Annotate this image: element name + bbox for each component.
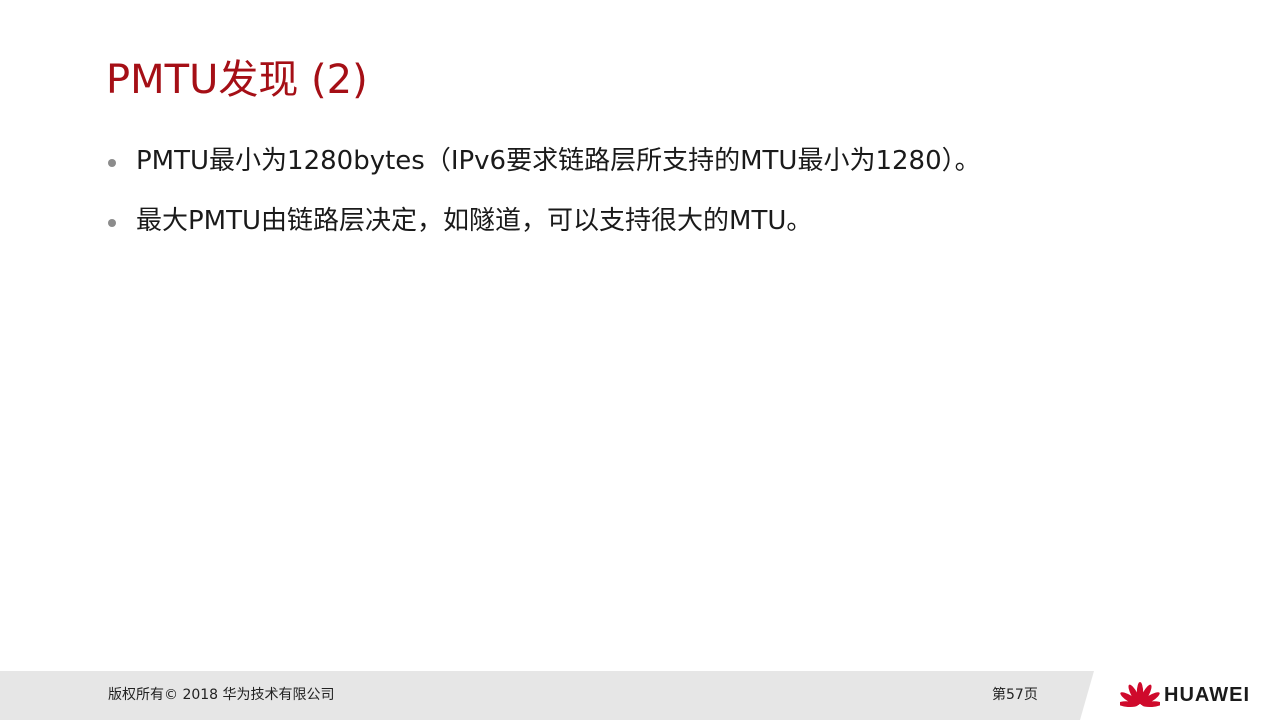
bullet-dot (108, 159, 116, 167)
bullet-dot (108, 219, 116, 227)
bullet-text: PMTU最小为1280bytes（IPv6要求链路层所支持的MTU最小为1280… (136, 146, 981, 176)
footer: 版权所有© 2018 华为技术有限公司 第57页 HUAWEI (0, 671, 1280, 720)
bullet-item: PMTU最小为1280bytes（IPv6要求链路层所支持的MTU最小为1280… (106, 138, 1226, 184)
bullet-list: PMTU最小为1280bytes（IPv6要求链路层所支持的MTU最小为1280… (106, 138, 1226, 258)
page-number: 第57页 (992, 687, 1038, 703)
slide-title: PMTU发现 (2) (106, 57, 368, 103)
brand-logo: HUAWEI (1080, 671, 1280, 720)
huawei-petal-logo-icon (1120, 682, 1160, 708)
bullet-item: 最大PMTU由链路层决定，如隧道，可以支持很大的MTU。 (106, 198, 1226, 244)
brand-name: HUAWEI (1164, 684, 1250, 706)
copyright-text: 版权所有© 2018 华为技术有限公司 (108, 687, 335, 703)
slide: PMTU发现 (2) PMTU最小为1280bytes（IPv6要求链路层所支持… (0, 0, 1280, 720)
bullet-text: 最大PMTU由链路层决定，如隧道，可以支持很大的MTU。 (136, 206, 813, 236)
